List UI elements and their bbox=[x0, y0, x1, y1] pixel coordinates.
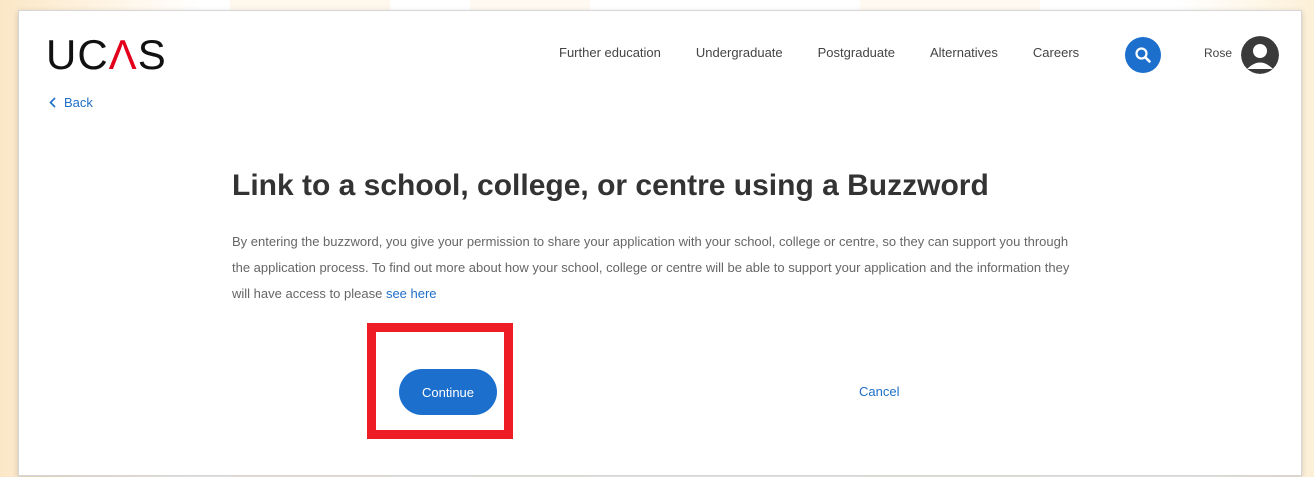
user-name[interactable]: Rose bbox=[1204, 46, 1232, 60]
page-title: Link to a school, college, or centre usi… bbox=[232, 169, 989, 202]
nav-careers[interactable]: Careers bbox=[1033, 45, 1079, 60]
nav-further-education[interactable]: Further education bbox=[559, 45, 661, 60]
ucas-logo[interactable]: UCΛS bbox=[46, 31, 167, 79]
nav-undergraduate[interactable]: Undergraduate bbox=[696, 45, 783, 60]
search-icon bbox=[1135, 47, 1151, 63]
page-window: UCΛS Back Further education Undergraduat… bbox=[18, 10, 1302, 476]
back-label: Back bbox=[64, 95, 93, 110]
user-avatar-icon[interactable] bbox=[1241, 36, 1279, 74]
description: By entering the buzzword, you give your … bbox=[232, 229, 1082, 307]
description-text: By entering the buzzword, you give your … bbox=[232, 234, 1070, 301]
search-button[interactable] bbox=[1125, 37, 1161, 73]
nav-alternatives[interactable]: Alternatives bbox=[930, 45, 998, 60]
logo-text-end: S bbox=[137, 31, 167, 78]
logo-caret: Λ bbox=[108, 31, 138, 78]
logo-text: UC bbox=[46, 31, 109, 78]
nav-postgraduate[interactable]: Postgraduate bbox=[818, 45, 895, 60]
continue-button[interactable]: Continue bbox=[399, 369, 497, 415]
see-here-link[interactable]: see here bbox=[386, 286, 437, 301]
cancel-link[interactable]: Cancel bbox=[859, 384, 899, 399]
back-link[interactable]: Back bbox=[49, 95, 93, 110]
main-nav: Further education Undergraduate Postgrad… bbox=[559, 45, 1301, 60]
chevron-left-icon bbox=[49, 97, 56, 108]
